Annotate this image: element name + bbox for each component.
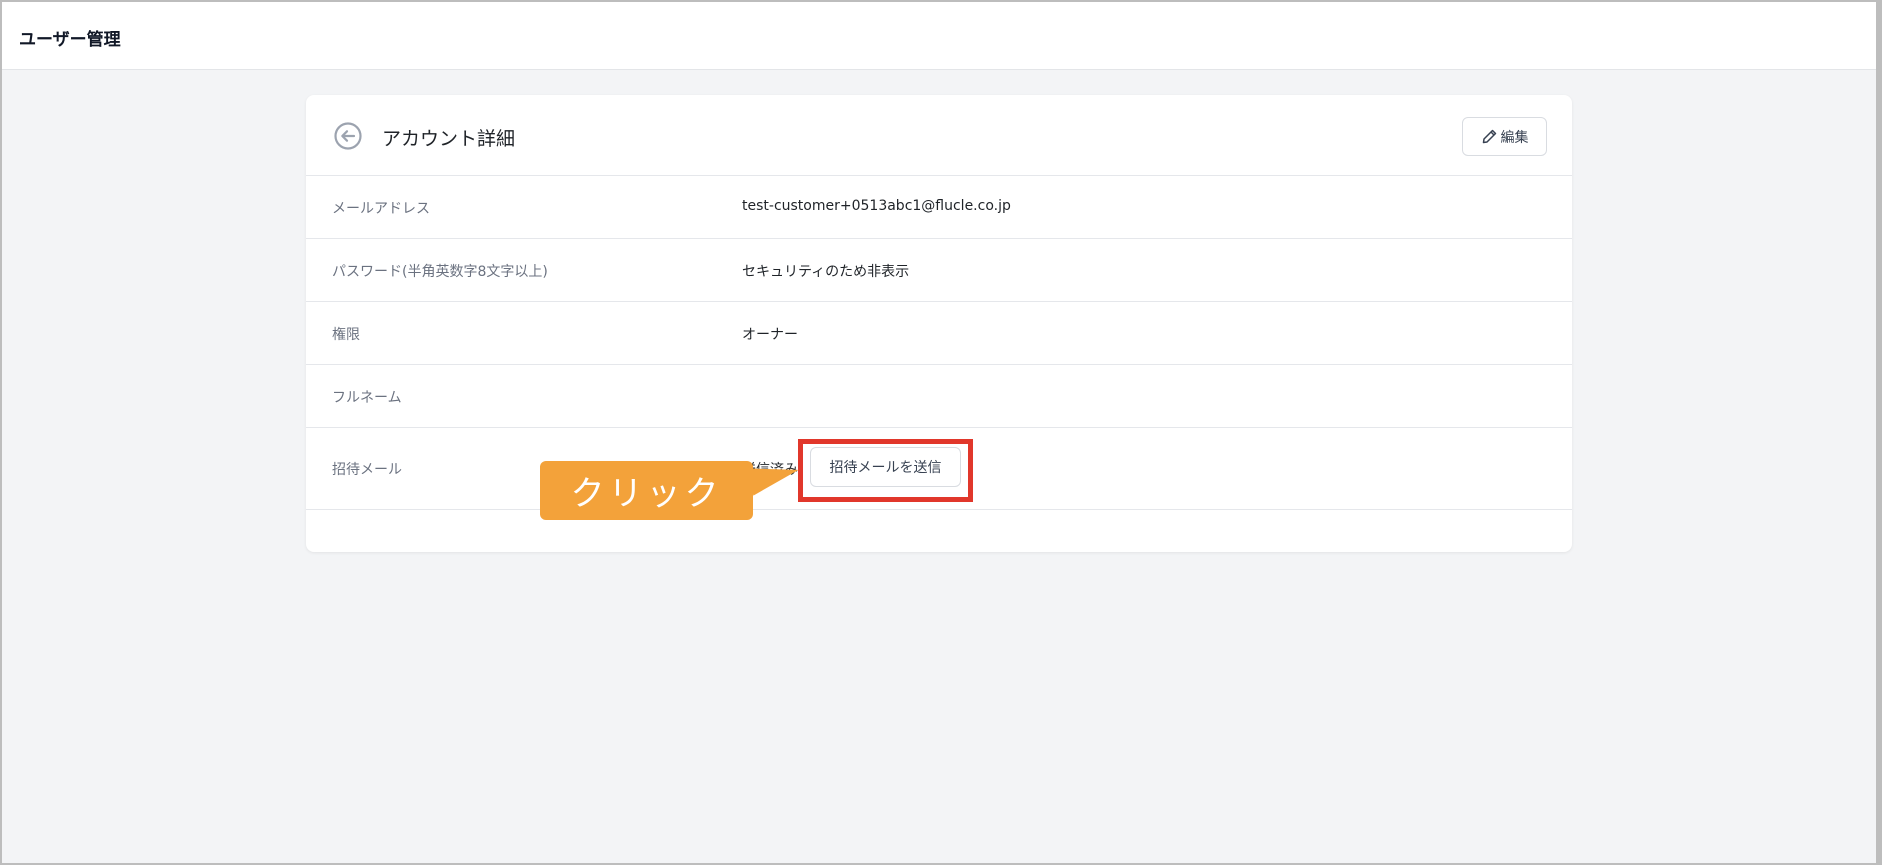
account-detail-card: アカウント詳細 編集 メールアドレス test-customer+0513abc… <box>306 95 1572 552</box>
password-label: パスワード(半角英数字8文字以上) <box>332 264 548 280</box>
row-invite-email: 招待メール 送信済み 招待メールを送信 <box>306 428 1572 510</box>
role-label: 権限 <box>332 327 360 343</box>
role-value: オーナー <box>742 327 798 343</box>
top-bar: ユーザー管理 <box>2 2 1876 70</box>
row-email: メールアドレス test-customer+0513abc1@flucle.co… <box>306 176 1572 239</box>
edit-button-label: 編集 <box>1500 129 1529 146</box>
card-title: アカウント詳細 <box>382 128 516 150</box>
row-password: パスワード(半角英数字8文字以上) セキュリティのため非表示 <box>306 239 1572 302</box>
back-arrow-icon[interactable] <box>333 121 363 151</box>
invite-email-label: 招待メール <box>332 462 402 478</box>
email-label: メールアドレス <box>332 201 430 217</box>
email-value: test-customer+0513abc1@flucle.co.jp <box>742 198 1011 214</box>
card-header: アカウント詳細 編集 <box>306 95 1572 176</box>
pencil-icon <box>1482 129 1496 144</box>
click-callout: クリック <box>540 461 753 520</box>
password-value: セキュリティのため非表示 <box>742 264 910 280</box>
screen-frame: ユーザー管理 アカウント詳細 編集 メールアドレス test-customer+… <box>0 0 1882 865</box>
edit-button[interactable]: 編集 <box>1462 117 1547 156</box>
row-role: 権限 オーナー <box>306 302 1572 365</box>
app-title: ユーザー管理 <box>19 30 121 50</box>
send-invite-email-button[interactable]: 招待メールを送信 <box>810 447 961 487</box>
row-fullname: フルネーム <box>306 365 1572 428</box>
fullname-label: フルネーム <box>332 390 402 406</box>
